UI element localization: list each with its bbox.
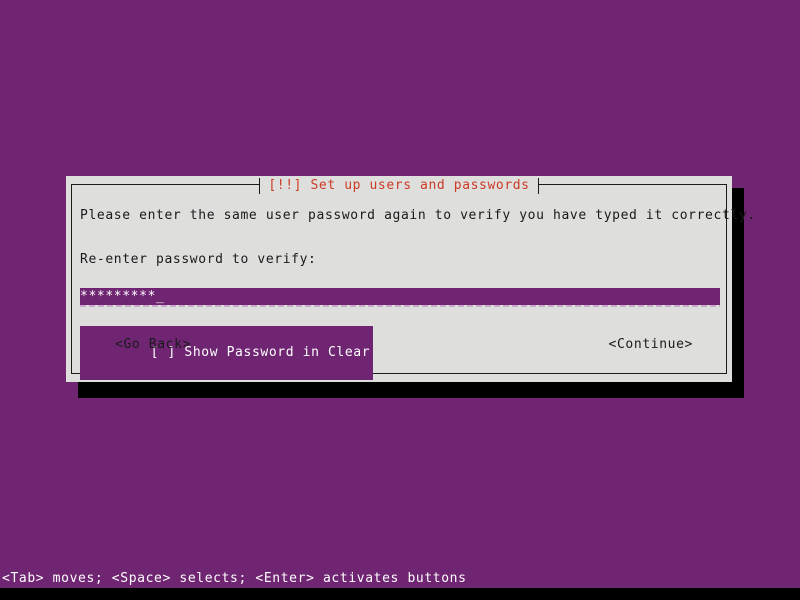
prompt-instruction-text: Please enter the same user password agai… (80, 208, 756, 223)
dialog-body: Please enter the same user password agai… (80, 204, 756, 380)
setup-users-and-passwords-dialog: [!!] Set up users and passwords Please e… (66, 176, 756, 382)
continue-button[interactable]: <Continue> (606, 336, 696, 354)
text-cursor: _ (156, 289, 165, 304)
bottom-black-bar (0, 588, 800, 600)
installer-screen: [!!] Set up users and passwords Please e… (0, 0, 800, 600)
password-field-label: Re-enter password to verify: (80, 252, 317, 267)
password-input[interactable]: ********* _ (80, 288, 720, 305)
dialog-button-row: <Go Back> <Continue> (80, 336, 718, 354)
password-input-underline (80, 305, 720, 307)
dialog-title: [!!] Set up users and passwords (259, 178, 539, 194)
password-field-row: ********* _ (80, 288, 720, 310)
password-masked-value: ********* (80, 289, 157, 304)
go-back-button[interactable]: <Go Back> (112, 336, 194, 354)
dialog-title-container: [!!] Set up users and passwords (66, 176, 732, 194)
keyboard-help-status-bar: <Tab> moves; <Space> selects; <Enter> ac… (2, 571, 467, 586)
